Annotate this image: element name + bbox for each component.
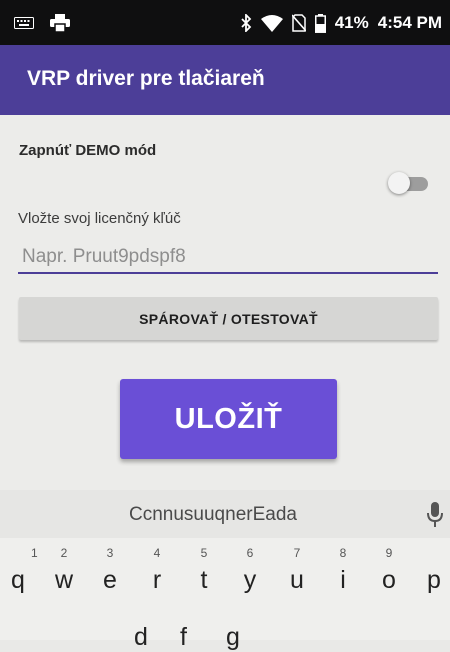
key-u[interactable]: 7 u <box>276 546 318 596</box>
soft-keyboard: CcnnusuuqnerEada q 2 w 3 e 4 r 5 t 6 y 7… <box>0 490 450 651</box>
status-time: 4:54 PM <box>377 13 442 32</box>
microphone-icon[interactable] <box>426 502 444 528</box>
key-letter: r <box>152 566 162 594</box>
license-key-input[interactable] <box>18 242 438 274</box>
app-title: VRP driver pre tlačiareň <box>27 67 265 90</box>
key-hint: 4 <box>153 546 161 560</box>
key-hint: 6 <box>246 546 254 560</box>
battery-percent: 41% <box>334 13 369 32</box>
status-bar-left <box>14 14 70 32</box>
key-w[interactable]: 2 w <box>43 546 85 596</box>
key-letter: e <box>103 566 117 594</box>
key-letter: y <box>243 566 257 594</box>
key-p[interactable]: p <box>413 546 450 596</box>
demo-mode-switch[interactable] <box>386 170 432 196</box>
printer-icon <box>50 14 70 32</box>
key-letter: t <box>200 566 208 594</box>
key-f[interactable]: f <box>180 623 187 652</box>
pair-test-button[interactable]: SPÁROVAŤ / OTESTOVAŤ <box>19 297 438 340</box>
key-hint: 5 <box>200 546 208 560</box>
switch-thumb <box>388 172 410 194</box>
key-d[interactable]: d <box>134 623 148 652</box>
key-hint <box>413 546 450 560</box>
key-hint: 9 <box>385 546 393 560</box>
key-letter: o <box>382 566 396 594</box>
key-r[interactable]: 4 r <box>136 546 178 596</box>
suggestion-word[interactable]: CcnnusuuqnerEada <box>129 504 297 526</box>
battery-icon <box>314 13 326 33</box>
key-i[interactable]: 8 i <box>322 546 364 596</box>
key-g[interactable]: g <box>226 623 240 652</box>
key-hint: 8 <box>339 546 347 560</box>
key-letter: w <box>54 566 74 594</box>
save-button[interactable]: ULOŽIŤ <box>120 379 337 459</box>
settings-form: Zapnúť DEMO mód Vložte svoj licenčný kľú… <box>0 115 450 490</box>
key-t[interactable]: 5 t <box>183 546 225 596</box>
key-y[interactable]: 6 y <box>229 546 271 596</box>
key-e[interactable]: 3 e <box>89 546 131 596</box>
no-sim-icon <box>291 14 306 32</box>
key-hint-1: 1 <box>31 546 38 560</box>
key-hint: 3 <box>106 546 114 560</box>
keyboard-icon <box>14 17 34 29</box>
key-letter: u <box>290 566 304 594</box>
status-bar: 41% 4:54 PM <box>0 0 450 45</box>
status-bar-right: 41% 4:54 PM <box>241 12 442 34</box>
key-letter: p <box>427 566 441 594</box>
bluetooth-icon <box>241 14 251 32</box>
license-key-label: Vložte svoj licenčný kľúč <box>18 210 181 227</box>
key-hint: 7 <box>293 546 301 560</box>
demo-mode-label: Zapnúť DEMO mód <box>19 142 157 159</box>
key-hint: 2 <box>60 546 68 560</box>
key-letter: q <box>11 566 25 594</box>
key-letter: i <box>340 566 346 594</box>
key-o[interactable]: 9 o <box>368 546 410 596</box>
app-bar: VRP driver pre tlačiareň <box>0 45 450 115</box>
wifi-icon <box>260 14 283 32</box>
suggestion-bar: CcnnusuuqnerEada <box>0 490 450 538</box>
